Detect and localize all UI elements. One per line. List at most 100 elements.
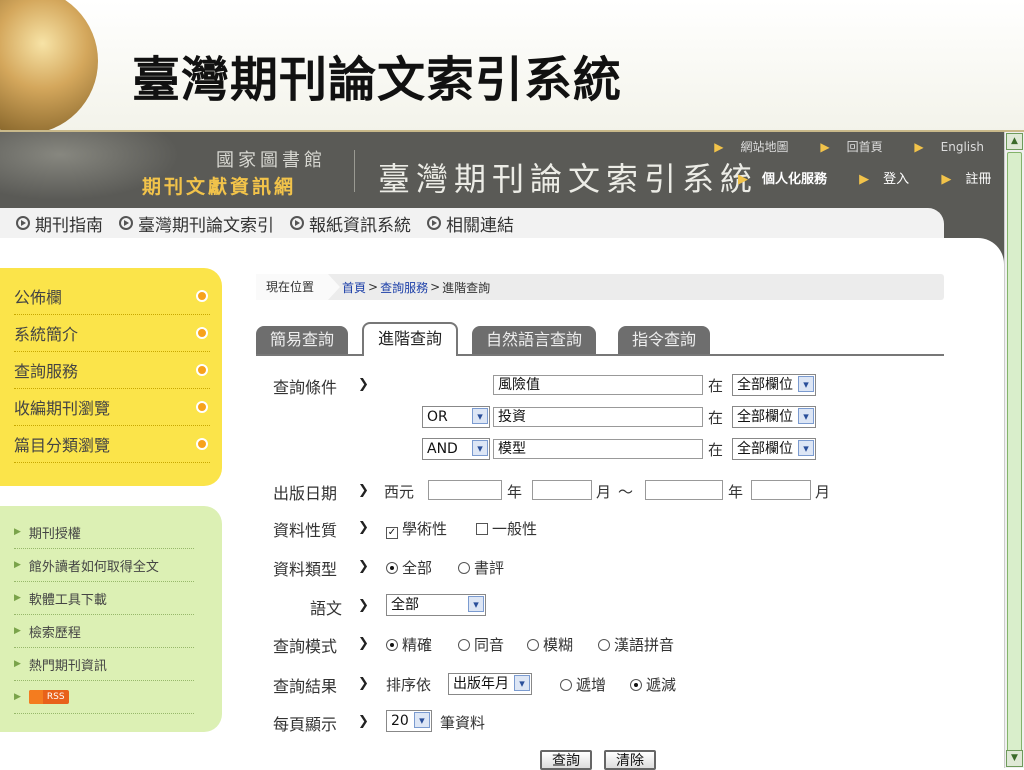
scroll-up-icon[interactable]: ▲ — [1006, 133, 1023, 150]
checkbox-icon[interactable] — [476, 523, 488, 535]
login-link[interactable]: ▶ 登入 — [859, 172, 923, 187]
sidebar-item-fulltext[interactable]: ▶ 館外讀者如何取得全文 — [14, 549, 194, 582]
radio-icon[interactable] — [560, 679, 572, 691]
type-option-all[interactable]: 全部 — [386, 557, 432, 578]
end-month-input[interactable] — [751, 480, 811, 500]
data-nature-label: 資料性質 — [273, 521, 338, 540]
clear-button[interactable]: 清除 — [604, 750, 656, 770]
in-label: 在 — [708, 377, 724, 395]
member-links: ▶ 個人化服務 ▶ 登入 ▶ 註冊 — [738, 168, 1004, 187]
radio-selected-icon[interactable] — [386, 562, 398, 574]
nav-item-journal-guide[interactable]: 期刊指南 — [16, 211, 103, 236]
sub-brand-link[interactable]: 期刊文獻資訊網 — [142, 172, 296, 199]
mode-option-exact[interactable]: 精確 — [386, 634, 432, 655]
scroll-down-icon[interactable]: ▼ — [1006, 750, 1023, 767]
start-month-input[interactable] — [532, 480, 592, 500]
mode-option-homophone[interactable]: 同音 — [458, 634, 504, 655]
checkbox-checked-icon[interactable]: ✓ — [386, 527, 398, 539]
sidebar-item-journal-browse[interactable]: 收編期刊瀏覽 — [14, 389, 210, 426]
vertical-scrollbar[interactable]: ▲ ▼ — [1004, 132, 1024, 768]
tab-simple-query[interactable]: 簡易查詢 — [256, 326, 349, 354]
play-circle-icon — [290, 216, 304, 230]
start-year-input[interactable] — [428, 480, 502, 500]
mode-option-fuzzy[interactable]: 模糊 — [527, 634, 573, 655]
publish-date-label: 出版日期 — [273, 484, 338, 503]
radio-icon[interactable] — [458, 639, 470, 651]
end-year-input[interactable] — [645, 480, 723, 500]
search-button[interactable]: 查詢 — [540, 750, 592, 770]
chevron-right-icon: ❯ — [358, 598, 369, 613]
field-select-2[interactable]: 全部欄位 — [732, 406, 816, 428]
english-link[interactable]: ▶ English — [900, 140, 984, 154]
home-link[interactable]: ▶ 回首頁 — [806, 140, 882, 154]
breadcrumb-home-link[interactable]: 首頁 — [342, 279, 366, 296]
year-label: 年 — [507, 483, 523, 501]
per-page-suffix: 筆資料 — [440, 714, 486, 732]
triangle-icon: ▶ — [14, 593, 21, 603]
sidebar-item-bulletin[interactable]: 公佈欄 — [14, 278, 210, 315]
register-link[interactable]: ▶ 註冊 — [941, 172, 1004, 187]
radio-icon[interactable] — [598, 639, 610, 651]
sidebar-item-authorization[interactable]: ▶ 期刊授權 — [14, 516, 194, 549]
personal-service-link[interactable]: ▶ 個人化服務 — [738, 172, 841, 187]
bullet-icon — [196, 290, 208, 302]
library-name: 國家圖書館 — [216, 150, 326, 171]
tab-natural-language-query[interactable]: 自然語言查詢 — [472, 326, 597, 354]
nature-option-academic[interactable]: ✓ 學術性 — [386, 518, 447, 539]
breadcrumb-service-link[interactable]: 查詢服務 — [380, 279, 428, 296]
radio-selected-icon[interactable] — [386, 639, 398, 651]
order-option-descending[interactable]: 遞減 — [630, 674, 676, 695]
rss-badge[interactable]: RSS — [28, 690, 69, 704]
query-mode-label: 查詢模式 — [273, 637, 338, 656]
nav-item-article-index[interactable]: 臺灣期刊論文索引 — [119, 211, 274, 236]
triangle-icon: ▶ — [14, 692, 21, 702]
triangle-icon: ▶ — [14, 659, 21, 669]
query-tabs: 簡易查詢 進階查詢 自然語言查詢 指令查詢 — [256, 322, 944, 356]
chevron-right-icon: ❯ — [358, 483, 369, 498]
sidebar-item-history[interactable]: ▶ 檢索歷程 — [14, 615, 194, 648]
slide-header: 臺灣期刊論文索引系統 — [0, 0, 1024, 134]
triangle-icon: ▶ — [859, 172, 870, 187]
sidebar-item-rss[interactable]: ▶ RSS — [14, 681, 194, 714]
nav-item-related-links[interactable]: 相關連結 — [427, 211, 514, 236]
search-term-input-2[interactable]: 投資 — [493, 407, 703, 427]
triangle-icon: ▶ — [914, 140, 924, 154]
type-option-review[interactable]: 書評 — [458, 557, 504, 578]
triangle-icon: ▶ — [14, 626, 21, 636]
sidebar-item-popular[interactable]: ▶ 熱門期刊資訊 — [14, 648, 194, 681]
sidebar-item-software[interactable]: ▶ 軟體工具下載 — [14, 582, 194, 615]
operator-select-3[interactable]: AND — [422, 438, 490, 460]
sidebar-item-category-browse[interactable]: 篇目分類瀏覽 — [14, 426, 210, 463]
order-option-ascending[interactable]: 遞增 — [560, 674, 606, 695]
sort-prefix: 排序依 — [386, 676, 432, 694]
scroll-thumb[interactable] — [1007, 152, 1022, 762]
language-select[interactable]: 全部 — [386, 594, 486, 616]
chevron-right-icon: ❯ — [358, 559, 369, 574]
nav-item-newspaper[interactable]: 報紙資訊系統 — [290, 211, 411, 236]
search-term-input-3[interactable]: 模型 — [493, 439, 703, 459]
sidebar-item-query[interactable]: 查詢服務 — [14, 352, 210, 389]
per-page-select[interactable]: 20 — [386, 710, 432, 732]
operator-select-2[interactable]: OR — [422, 406, 490, 428]
breadcrumb-current: 進階查詢 — [442, 280, 491, 295]
field-select-1[interactable]: 全部欄位 — [732, 374, 816, 396]
mode-option-pinyin[interactable]: 漢語拼音 — [598, 634, 674, 655]
radio-selected-icon[interactable] — [630, 679, 642, 691]
bullet-icon — [196, 327, 208, 339]
nature-option-general[interactable]: 一般性 — [476, 518, 537, 539]
in-label: 在 — [708, 409, 724, 427]
sort-select[interactable]: 出版年月 — [448, 673, 532, 695]
radio-icon[interactable] — [527, 639, 539, 651]
era-label: 西元 — [384, 483, 415, 501]
search-term-input-1[interactable]: 風險值 — [493, 375, 703, 395]
triangle-icon: ▶ — [738, 172, 748, 187]
month-label: 月 — [596, 483, 612, 501]
field-select-3[interactable]: 全部欄位 — [732, 438, 816, 460]
radio-icon[interactable] — [458, 562, 470, 574]
sidebar-item-intro[interactable]: 系統簡介 — [14, 315, 210, 352]
tab-advanced-query[interactable]: 進階查詢 — [362, 322, 459, 356]
tab-command-query[interactable]: 指令查詢 — [618, 326, 711, 354]
rss-icon — [28, 690, 43, 704]
per-page-label: 每頁顯示 — [273, 715, 338, 734]
sitemap-link[interactable]: ▶ 網站地圖 — [700, 140, 788, 154]
